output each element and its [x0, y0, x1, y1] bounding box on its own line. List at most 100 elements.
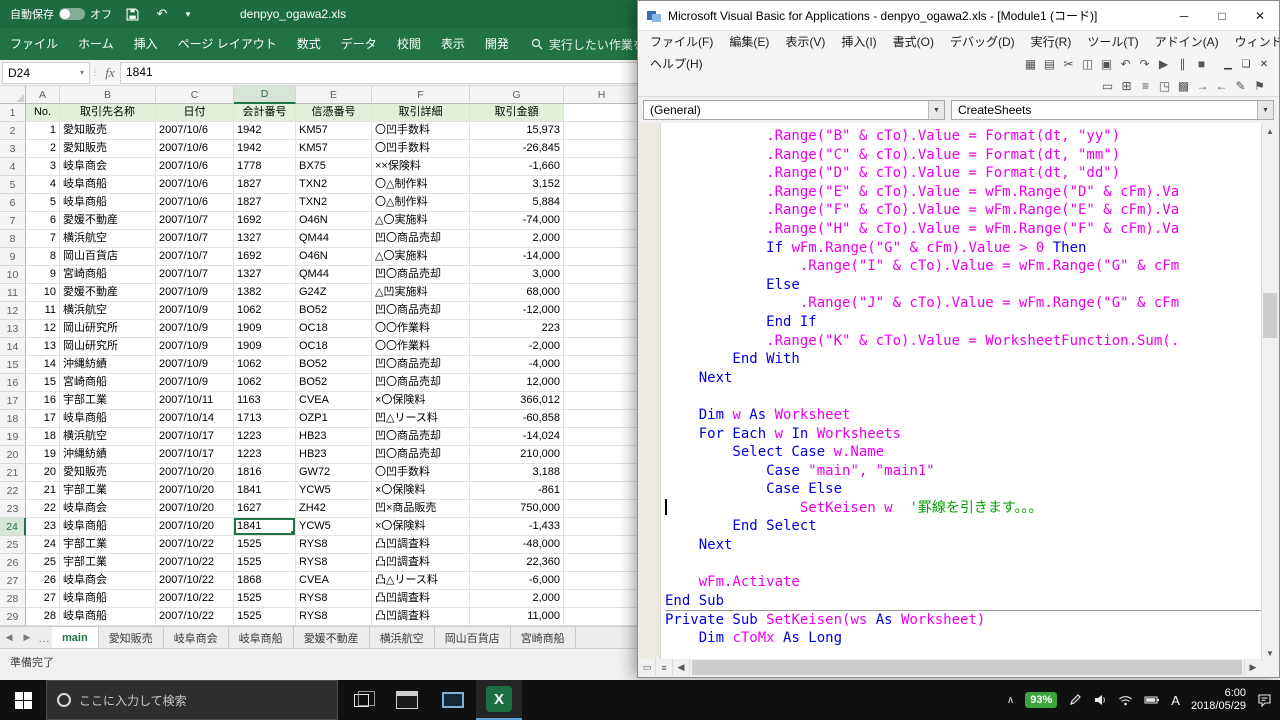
- cell-B7[interactable]: 愛媛不動産: [60, 212, 156, 230]
- cell-A22[interactable]: 21: [26, 482, 60, 500]
- row-header-16[interactable]: 16: [0, 374, 26, 392]
- cell-E28[interactable]: RYS8: [296, 590, 372, 608]
- cell-E18[interactable]: OZP1: [296, 410, 372, 428]
- code-line-18[interactable]: Select Case w.Name: [665, 443, 1263, 462]
- code-editor[interactable]: .Range("B" & cTo).Value = Format(dt, "yy…: [639, 123, 1263, 661]
- code-line-12[interactable]: .Range("K" & cTo).Value = WorksheetFunct…: [665, 332, 1263, 351]
- code-line-26[interactable]: End Sub: [665, 592, 1263, 611]
- cell-H27[interactable]: [564, 572, 640, 590]
- code-line-23[interactable]: Next: [665, 536, 1263, 555]
- row-header-11[interactable]: 11: [0, 284, 26, 302]
- cell-H1[interactable]: [564, 104, 640, 122]
- row-header-26[interactable]: 26: [0, 554, 26, 572]
- procedure-view-button[interactable]: ▭: [639, 659, 656, 676]
- cell-G1[interactable]: 取引金額: [470, 104, 564, 122]
- cell-G18[interactable]: -60,858: [470, 410, 564, 428]
- network-icon[interactable]: [1118, 693, 1133, 707]
- code-line-17[interactable]: For Each w In Worksheets: [665, 425, 1263, 444]
- cell-A21[interactable]: 20: [26, 464, 60, 482]
- undo-button[interactable]: ↶: [152, 4, 172, 24]
- procedure-dropdown[interactable]: CreateSheets ▼: [951, 100, 1274, 120]
- cell-C16[interactable]: 2007/10/9: [156, 374, 234, 392]
- cell-G14[interactable]: -2,000: [470, 338, 564, 356]
- cell-H28[interactable]: [564, 590, 640, 608]
- cell-A9[interactable]: 8: [26, 248, 60, 266]
- cell-E14[interactable]: OC18: [296, 338, 372, 356]
- cell-C27[interactable]: 2007/10/22: [156, 572, 234, 590]
- sheet-tab-愛知販売[interactable]: 愛知販売: [99, 627, 164, 648]
- ime-mode-indicator[interactable]: A: [1171, 693, 1180, 708]
- vba-menu-5[interactable]: デバッグ(D): [942, 31, 1023, 53]
- cell-D28[interactable]: 1525: [234, 590, 296, 608]
- task-view-button[interactable]: [338, 680, 384, 720]
- cell-B14[interactable]: 岡山研究所: [60, 338, 156, 356]
- cell-G5[interactable]: 3,152: [470, 176, 564, 194]
- row-header-24[interactable]: 24: [0, 518, 26, 536]
- comment-block-icon[interactable]: ✎: [1231, 76, 1250, 95]
- cell-D17[interactable]: 1163: [234, 392, 296, 410]
- cell-D24[interactable]: 1841: [234, 518, 296, 536]
- cell-F8[interactable]: 凹〇商品売却: [372, 230, 470, 248]
- cell-C18[interactable]: 2007/10/14: [156, 410, 234, 428]
- vba-menu-2[interactable]: 表示(V): [777, 31, 833, 53]
- cell-G9[interactable]: -14,000: [470, 248, 564, 266]
- cell-G23[interactable]: 750,000: [470, 500, 564, 518]
- sheet-nav-left[interactable]: ◀: [0, 627, 18, 648]
- cell-E26[interactable]: RYS8: [296, 554, 372, 572]
- row-header-10[interactable]: 10: [0, 266, 26, 284]
- cell-C7[interactable]: 2007/10/7: [156, 212, 234, 230]
- cell-H3[interactable]: [564, 140, 640, 158]
- sheet-tab-愛媛不動産[interactable]: 愛媛不動産: [294, 627, 370, 648]
- sheet-tab-宮崎商船[interactable]: 宮崎商船: [511, 627, 576, 648]
- action-center-icon[interactable]: [1257, 693, 1272, 707]
- code-line-11[interactable]: End If: [665, 313, 1263, 332]
- row-header-14[interactable]: 14: [0, 338, 26, 356]
- cell-A8[interactable]: 7: [26, 230, 60, 248]
- redo-icon[interactable]: ↷: [1135, 55, 1154, 74]
- cut-icon[interactable]: ✂: [1059, 55, 1078, 74]
- break-icon[interactable]: ∥: [1173, 55, 1192, 74]
- name-box[interactable]: D24 ▾: [2, 62, 90, 84]
- cell-C10[interactable]: 2007/10/7: [156, 266, 234, 284]
- cell-H26[interactable]: [564, 554, 640, 572]
- cell-F24[interactable]: ×〇保険料: [372, 518, 470, 536]
- cell-B16[interactable]: 宮崎商船: [60, 374, 156, 392]
- cell-G11[interactable]: 68,000: [470, 284, 564, 302]
- cell-D15[interactable]: 1062: [234, 356, 296, 374]
- row-header-20[interactable]: 20: [0, 446, 26, 464]
- cell-A29[interactable]: 28: [26, 608, 60, 626]
- cell-C23[interactable]: 2007/10/20: [156, 500, 234, 518]
- cell-E24[interactable]: YCW5: [296, 518, 372, 536]
- cell-F9[interactable]: △〇実施料: [372, 248, 470, 266]
- cell-C26[interactable]: 2007/10/22: [156, 554, 234, 572]
- cell-A20[interactable]: 19: [26, 446, 60, 464]
- cell-B6[interactable]: 岐阜商船: [60, 194, 156, 212]
- clock[interactable]: 6:00 2018/05/29: [1191, 687, 1246, 713]
- cell-C4[interactable]: 2007/10/6: [156, 158, 234, 176]
- cell-B4[interactable]: 岐阜商会: [60, 158, 156, 176]
- cell-A13[interactable]: 12: [26, 320, 60, 338]
- cell-D16[interactable]: 1062: [234, 374, 296, 392]
- vba-menu-6[interactable]: 実行(R): [1023, 31, 1080, 53]
- cell-H16[interactable]: [564, 374, 640, 392]
- spreadsheet-grid[interactable]: ABCDEFGH1No.取引先名称日付会計番号信憑番号取引詳細取引金額21愛知販…: [0, 86, 640, 626]
- cell-F3[interactable]: 〇凹手数料: [372, 140, 470, 158]
- column-header-D[interactable]: D: [234, 86, 296, 104]
- cell-B21[interactable]: 愛知販売: [60, 464, 156, 482]
- cell-A27[interactable]: 26: [26, 572, 60, 590]
- cell-H21[interactable]: [564, 464, 640, 482]
- cell-F4[interactable]: ××保険料: [372, 158, 470, 176]
- cell-B20[interactable]: 沖縄紡績: [60, 446, 156, 464]
- row-header-21[interactable]: 21: [0, 464, 26, 482]
- cell-E22[interactable]: YCW5: [296, 482, 372, 500]
- row-header-7[interactable]: 7: [0, 212, 26, 230]
- cell-D12[interactable]: 1062: [234, 302, 296, 320]
- procedure-dropdown-arrow-icon[interactable]: ▼: [1257, 101, 1273, 119]
- properties-window-icon[interactable]: ≡: [1136, 76, 1155, 95]
- taskbar-excel-button[interactable]: X: [476, 680, 522, 720]
- cell-E11[interactable]: G24Z: [296, 284, 372, 302]
- code-line-24[interactable]: [665, 555, 1263, 574]
- ribbon-tab-0[interactable]: ファイル: [0, 28, 68, 60]
- cell-C12[interactable]: 2007/10/9: [156, 302, 234, 320]
- cell-C21[interactable]: 2007/10/20: [156, 464, 234, 482]
